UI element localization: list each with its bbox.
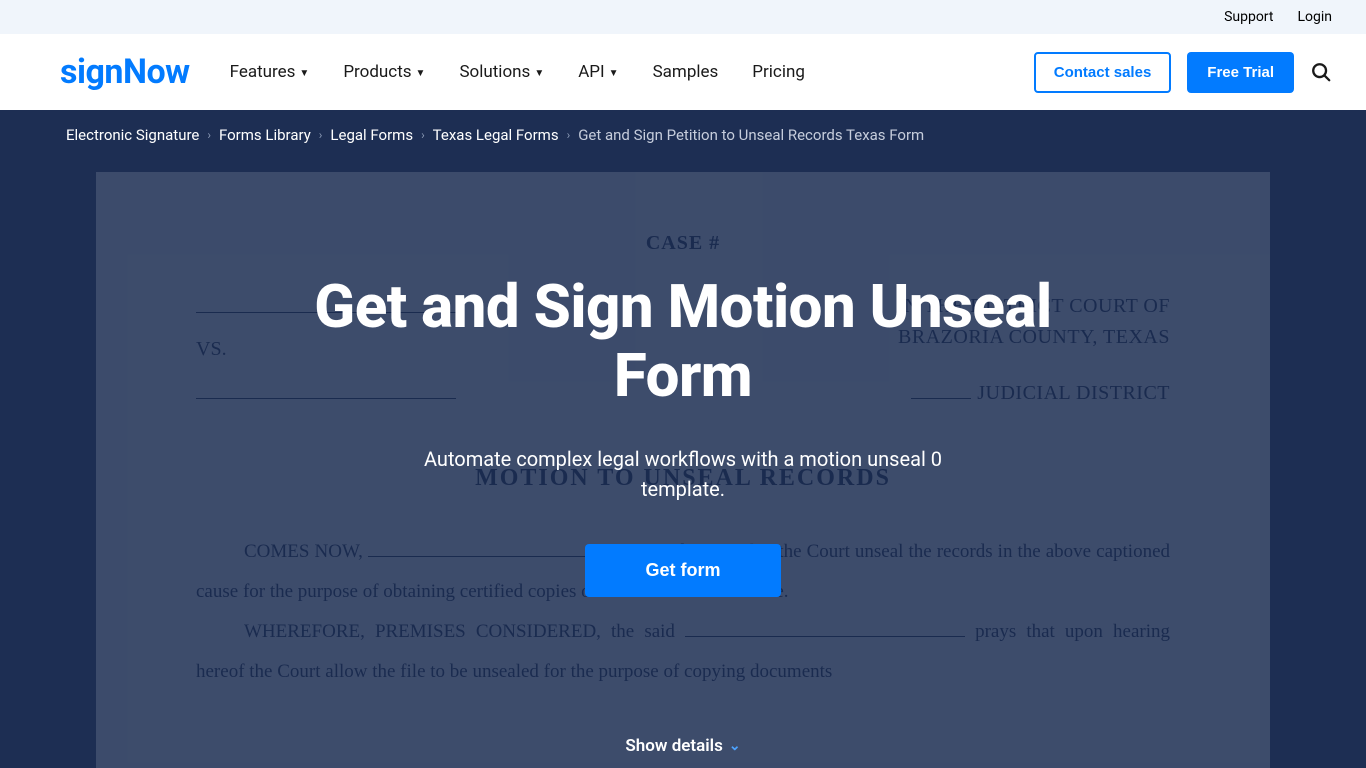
nav-products[interactable]: Products ▼ <box>343 62 425 82</box>
chevron-down-icon: ▼ <box>299 68 309 79</box>
hero-overlay: Get and Sign Motion Unseal Form Automate… <box>96 172 1270 768</box>
breadcrumb-link[interactable]: Texas Legal Forms <box>433 126 559 144</box>
nav-samples-label: Samples <box>653 62 719 82</box>
page-subtitle: Automate complex legal workflows with a … <box>403 444 963 504</box>
get-form-button[interactable]: Get form <box>585 544 780 597</box>
nav-pricing-label: Pricing <box>752 62 805 82</box>
nav-api[interactable]: API ▼ <box>578 62 618 82</box>
nav-solutions[interactable]: Solutions ▼ <box>459 62 544 82</box>
chevron-right-icon: › <box>567 128 571 142</box>
breadcrumb-link[interactable]: Forms Library <box>219 126 311 144</box>
hero-content: CASE # IN THE DISTRICT COURT OF VS. BRAZ… <box>96 172 1270 768</box>
chevron-down-icon: ▼ <box>609 68 619 79</box>
breadcrumb-link[interactable]: Electronic Signature <box>66 126 199 144</box>
nav-solutions-label: Solutions <box>459 62 530 82</box>
nav-products-label: Products <box>343 62 411 82</box>
breadcrumb: Electronic Signature › Forms Library › L… <box>16 110 1350 154</box>
hero-section: Electronic Signature › Forms Library › L… <box>0 110 1366 768</box>
logo-now: Now <box>123 52 190 92</box>
free-trial-button[interactable]: Free Trial <box>1187 52 1294 93</box>
page-title: Get and Sign Motion Unseal Form <box>303 272 1063 410</box>
primary-nav: Features ▼ Products ▼ Solutions ▼ API ▼ … <box>230 62 1034 82</box>
login-link[interactable]: Login <box>1297 9 1332 25</box>
search-icon[interactable] <box>1310 61 1332 83</box>
support-link[interactable]: Support <box>1224 9 1273 25</box>
nav-samples[interactable]: Samples <box>653 62 719 82</box>
chevron-right-icon: › <box>207 128 211 142</box>
chevron-down-icon: ▼ <box>534 68 544 79</box>
breadcrumb-link[interactable]: Legal Forms <box>330 126 413 144</box>
header-actions: Contact sales Free Trial <box>1034 52 1332 93</box>
show-details-label: Show details <box>625 736 722 756</box>
show-details-toggle[interactable]: Show details ⌄ <box>625 736 740 756</box>
nav-features[interactable]: Features ▼ <box>230 62 310 82</box>
chevron-down-icon: ⌄ <box>729 738 741 754</box>
nav-api-label: API <box>578 62 604 82</box>
chevron-right-icon: › <box>421 128 425 142</box>
contact-sales-button[interactable]: Contact sales <box>1034 52 1172 93</box>
chevron-down-icon: ▼ <box>416 68 426 79</box>
nav-pricing[interactable]: Pricing <box>752 62 805 82</box>
utility-bar: Support Login <box>0 0 1366 34</box>
breadcrumb-current: Get and Sign Petition to Unseal Records … <box>578 126 924 144</box>
main-header: signNow Features ▼ Products ▼ Solutions … <box>0 34 1366 110</box>
logo-sign: sign <box>60 52 123 92</box>
nav-features-label: Features <box>230 62 296 82</box>
chevron-right-icon: › <box>319 128 323 142</box>
brand-logo[interactable]: signNow <box>60 52 190 92</box>
